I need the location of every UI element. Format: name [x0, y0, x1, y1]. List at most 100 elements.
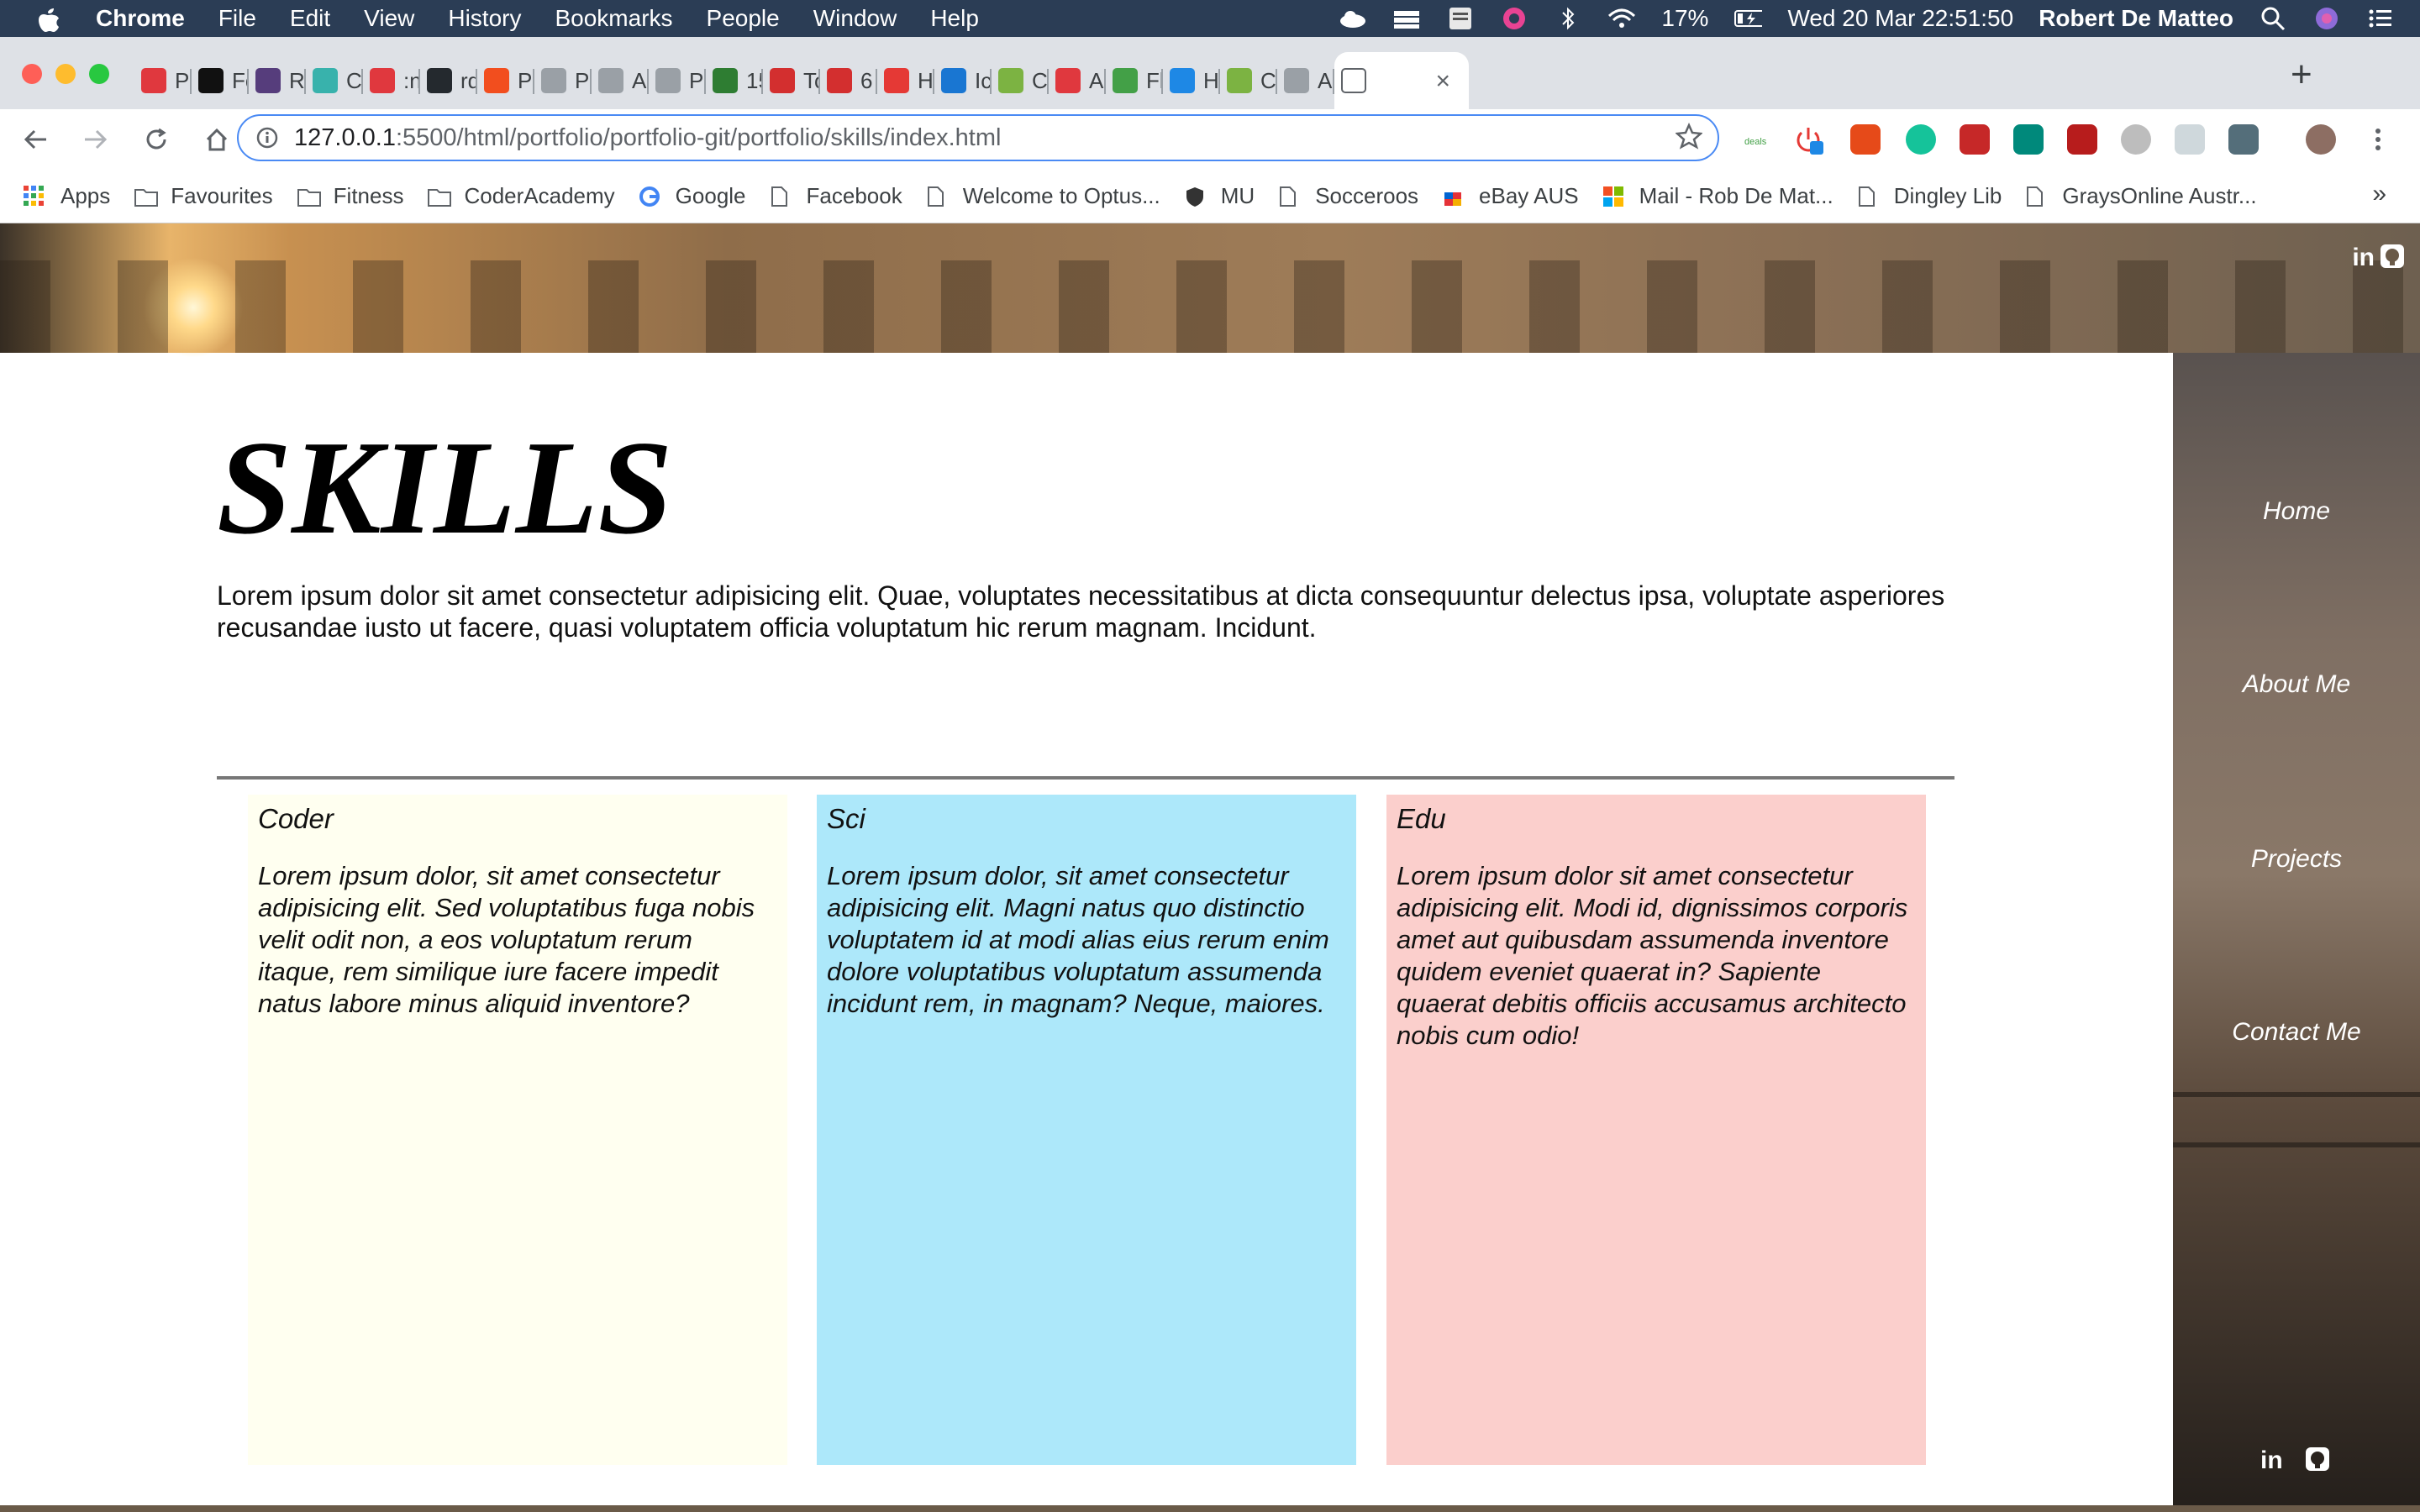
bookmark-item[interactable]: Fitness	[297, 183, 403, 209]
grammarly-extension-icon[interactable]	[1906, 124, 1936, 155]
browser-tab[interactable]: CSS	[1220, 52, 1277, 109]
notification-center-icon[interactable]	[2366, 6, 2395, 31]
new-tab-button[interactable]: +	[2291, 54, 2312, 96]
minimize-window-button[interactable]	[55, 64, 76, 84]
menu-edit[interactable]: Edit	[290, 5, 330, 32]
browser-tab[interactable]: rde	[420, 52, 477, 109]
reload-icon[interactable]	[139, 123, 173, 156]
active-browser-tab[interactable]: ×	[1334, 52, 1469, 109]
nav-about-link[interactable]: About Me	[2173, 670, 2420, 699]
clock[interactable]: Wed 20 Mar 22:51:50	[1787, 5, 2013, 32]
spotlight-search-icon[interactable]	[2259, 6, 2287, 31]
site-info-icon[interactable]	[255, 126, 279, 150]
tab-favicon-icon	[713, 68, 738, 93]
browser-tab[interactable]: CSS	[992, 52, 1049, 109]
nav-projects-link[interactable]: Projects	[2173, 845, 2420, 874]
bookmark-item[interactable]: Apps	[24, 183, 110, 209]
arc-extension-icon[interactable]	[2121, 124, 2151, 155]
browser-tab[interactable]: Ico	[934, 52, 992, 109]
linkedin-icon[interactable]: in	[2352, 244, 2375, 272]
browser-tab[interactable]: A C	[1049, 52, 1106, 109]
menu-bookmarks[interactable]: Bookmarks	[555, 5, 672, 32]
tab-title: Hov	[1203, 67, 1220, 93]
menu-app-name[interactable]: Chrome	[96, 5, 185, 32]
browser-tab[interactable]: Hov	[1163, 52, 1220, 109]
menu-view[interactable]: View	[364, 5, 414, 32]
browser-tab[interactable]: Abo	[592, 52, 649, 109]
menu-people[interactable]: People	[707, 5, 780, 32]
bookmark-item[interactable]: MU	[1184, 183, 1255, 209]
bookmark-item[interactable]: CoderAcademy	[427, 183, 615, 209]
notes-icon[interactable]	[1446, 6, 1475, 31]
browser-tab[interactable]: Reb	[249, 52, 306, 109]
power-extension-icon[interactable]	[1793, 124, 1823, 155]
tab-favicon-icon	[598, 68, 623, 93]
browser-tab[interactable]: Car	[306, 52, 363, 109]
linkedin-icon[interactable]: in	[2260, 1446, 2283, 1475]
close-window-button[interactable]	[22, 64, 42, 84]
menu-history[interactable]: History	[448, 5, 521, 32]
bookmark-star-icon[interactable]	[1675, 122, 1703, 157]
pdf-extension-icon[interactable]	[2067, 124, 2097, 155]
deals-extension-icon[interactable]: deals	[1743, 124, 1773, 155]
home-icon[interactable]	[200, 123, 234, 156]
profile-avatar[interactable]	[2306, 124, 2336, 155]
bookmark-label: CoderAcademy	[464, 183, 615, 208]
bookmark-item[interactable]: Favourites	[134, 183, 273, 209]
bookmark-item[interactable]: Mail - Rob De Mat...	[1602, 183, 1833, 209]
browser-tab[interactable]: Hov	[877, 52, 934, 109]
siri-icon[interactable]	[2312, 6, 2341, 31]
browser-tab[interactable]: 6 E	[820, 52, 877, 109]
wifi-icon[interactable]	[1607, 6, 1636, 31]
tab-title: :nth	[403, 67, 420, 93]
bookmark-item[interactable]: Google	[639, 183, 746, 209]
bookmark-item[interactable]: Dingley Lib	[1857, 183, 2002, 209]
bookmark-item[interactable]: Socceroos	[1278, 183, 1418, 209]
nav-home-link[interactable]: Home	[2173, 497, 2420, 526]
forward-icon[interactable]	[79, 123, 113, 156]
menu-file[interactable]: File	[218, 5, 256, 32]
tab-favicon-icon	[884, 68, 909, 93]
bookmark-item[interactable]: GraysOnline Austr...	[2025, 183, 2257, 209]
menu-help[interactable]: Help	[930, 5, 979, 32]
shield-icon	[1184, 186, 1209, 207]
office-extension-icon[interactable]	[1850, 124, 1881, 155]
zoom-window-button[interactable]	[89, 64, 109, 84]
screenshot-extension-icon[interactable]	[2228, 124, 2259, 155]
battery-icon[interactable]	[1733, 6, 1763, 31]
browser-tab[interactable]: Por	[134, 52, 192, 109]
tab-favicon-icon	[541, 68, 566, 93]
tab-title: 6 E	[860, 67, 877, 93]
bookmark-item[interactable]: eBay AUS	[1442, 183, 1579, 209]
github-icon[interactable]	[2380, 244, 2405, 269]
browser-tab[interactable]: :nth	[363, 52, 420, 109]
bookmarks-overflow-button[interactable]: »	[2372, 180, 2386, 208]
browser-tab[interactable]: Pro	[534, 52, 592, 109]
browser-tab[interactable]: Fle	[1106, 52, 1163, 109]
stack-icon[interactable]	[1392, 6, 1421, 31]
browser-tab[interactable]: Por	[477, 52, 534, 109]
off-extension-icon[interactable]	[1960, 124, 1990, 155]
tab-favicon-icon	[370, 68, 395, 93]
address-bar[interactable]: 127.0.0.1:5500/html/portfolio/portfolio-…	[237, 114, 1719, 161]
s-extension-icon[interactable]	[2013, 124, 2044, 155]
github-icon[interactable]	[2305, 1446, 2330, 1472]
browser-tab[interactable]: Abo	[1277, 52, 1334, 109]
menu-window[interactable]: Window	[813, 5, 897, 32]
bookmark-item[interactable]: Facebook	[770, 183, 902, 209]
nav-contact-link[interactable]: Contact Me	[2173, 1018, 2420, 1047]
bookmark-item[interactable]: Welcome to Optus...	[926, 183, 1160, 209]
apple-icon[interactable]	[34, 4, 62, 33]
browser-tab[interactable]: Foo	[192, 52, 249, 109]
cloud-icon[interactable]	[1339, 6, 1367, 31]
screen-record-icon[interactable]	[1500, 6, 1528, 31]
browser-tab[interactable]: Top	[763, 52, 820, 109]
close-tab-icon[interactable]: ×	[1435, 67, 1450, 96]
browser-tab[interactable]: 15 \	[706, 52, 763, 109]
user-name[interactable]: Robert De Matteo	[2039, 5, 2233, 32]
back-icon[interactable]	[18, 123, 52, 156]
bluetooth-icon[interactable]	[1554, 6, 1582, 31]
menu-kebab-icon[interactable]	[2363, 124, 2393, 155]
k-extension-icon[interactable]	[2175, 124, 2205, 155]
browser-tab[interactable]: Por	[649, 52, 706, 109]
